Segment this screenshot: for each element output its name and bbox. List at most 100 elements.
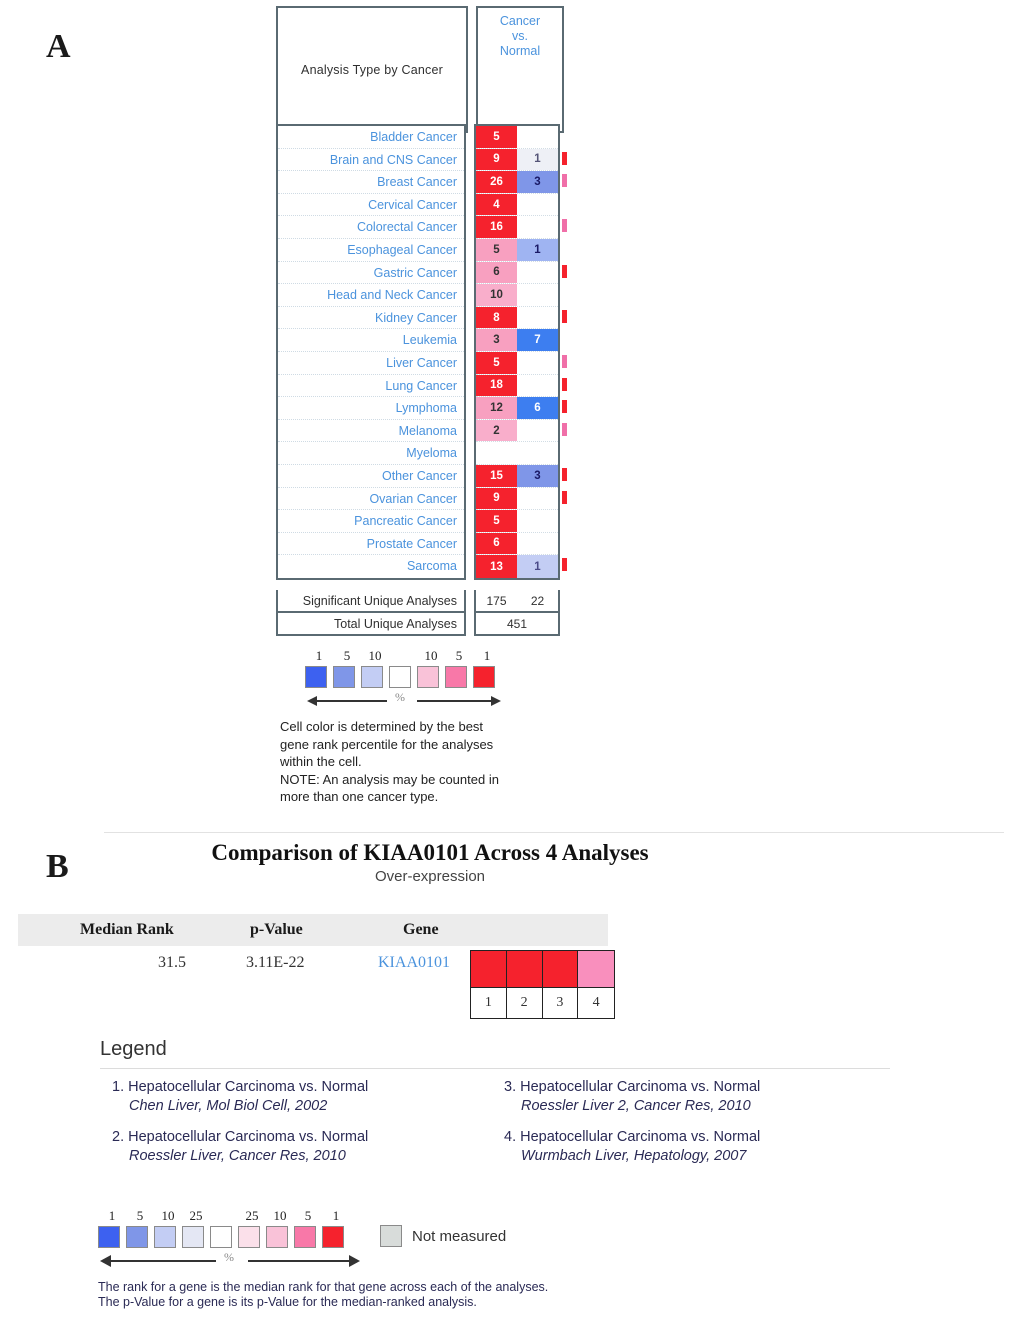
over-expression-cell[interactable]: 5 <box>476 238 517 261</box>
under-expression-cell[interactable] <box>517 419 558 442</box>
scale-number: 5 <box>455 648 463 663</box>
row-edge-strip <box>562 377 567 391</box>
over-expression-cell[interactable]: 8 <box>476 306 517 329</box>
under-expression-cell[interactable] <box>517 284 558 306</box>
over-expression-cell[interactable]: 5 <box>476 510 517 532</box>
cancer-type-label[interactable]: Gastric Cancer <box>278 262 464 285</box>
cancer-type-label[interactable]: Breast Cancer <box>278 171 464 194</box>
cancer-type-label[interactable]: Colorectal Cancer <box>278 216 464 239</box>
under-expression-cell[interactable] <box>517 442 558 464</box>
caption-line: gene rank percentile for the analyses <box>280 736 494 752</box>
over-expression-cell[interactable]: 13 <box>476 555 517 578</box>
over-expression-cell[interactable]: 9 <box>476 148 517 171</box>
under-expression-cell[interactable]: 7 <box>517 329 558 351</box>
total-label: Total Unique Analyses <box>276 613 466 636</box>
over-expression-cell[interactable] <box>476 442 517 464</box>
analysis-heat-cell[interactable] <box>542 951 579 987</box>
row-edge-strip <box>562 490 567 504</box>
cancer-type-label[interactable]: Sarcoma <box>278 555 464 578</box>
under-expression-cell[interactable] <box>517 216 558 238</box>
gene-link[interactable]: KIAA0101 <box>378 954 450 972</box>
analysis-heat-cell[interactable] <box>506 951 543 987</box>
cancer-type-label[interactable]: Lung Cancer <box>278 375 464 398</box>
cancer-type-label[interactable]: Leukemia <box>278 329 464 352</box>
legend-item-title: 1. Hepatocellular Carcinoma vs. Normal <box>112 1079 369 1095</box>
oncoprint-row: 9 <box>476 487 558 511</box>
over-expression-cell[interactable]: 2 <box>476 419 517 442</box>
under-expression-cell[interactable] <box>517 193 558 216</box>
oncoprint-row: 2 <box>476 419 558 443</box>
over-expression-cell[interactable]: 6 <box>476 532 517 555</box>
row-edge-strip <box>562 219 567 233</box>
significant-values: 175 22 <box>474 590 560 613</box>
scale-number-b: 25 <box>245 1208 259 1223</box>
legend-item-title: 4. Hepatocellular Carcinoma vs. Normal <box>504 1129 761 1145</box>
under-expression-cell[interactable] <box>517 126 558 148</box>
cancer-type-label[interactable]: Pancreatic Cancer <box>278 510 464 533</box>
under-expression-cell[interactable]: 1 <box>517 555 558 578</box>
cancer-type-label[interactable]: Esophageal Cancer <box>278 239 464 262</box>
over-expression-cell[interactable]: 12 <box>476 397 517 419</box>
cancer-type-label[interactable]: Liver Cancer <box>278 352 464 375</box>
under-expression-cell[interactable] <box>517 306 558 329</box>
under-expression-cell[interactable] <box>517 510 558 532</box>
pvalue-value: 3.11E-22 <box>246 954 305 971</box>
under-expression-cell[interactable]: 6 <box>517 397 558 419</box>
row-edge-strip <box>562 355 567 368</box>
scale-number-b: 1 <box>108 1208 116 1223</box>
scale-swatch-b <box>266 1226 288 1248</box>
scale-number: 1 <box>315 648 323 663</box>
footer-line: The rank for a gene is the median rank f… <box>98 1280 549 1294</box>
analysis-index-label: 1 <box>471 988 507 1018</box>
under-expression-cell[interactable] <box>517 487 558 510</box>
cancer-type-label[interactable]: Cervical Cancer <box>278 194 464 217</box>
over-expression-cell[interactable]: 18 <box>476 374 517 397</box>
over-expression-cell[interactable]: 6 <box>476 261 517 284</box>
cancer-vs-normal-header: Cancer vs. Normal <box>476 6 564 133</box>
over-expression-cell[interactable]: 10 <box>476 284 517 306</box>
cancer-type-label[interactable]: Myeloma <box>278 442 464 465</box>
cancer-type-label[interactable]: Prostate Cancer <box>278 533 464 556</box>
cancer-type-label[interactable]: Lymphoma <box>278 397 464 420</box>
under-expression-cell[interactable]: 1 <box>517 148 558 171</box>
under-expression-cell[interactable] <box>517 374 558 397</box>
significant-row: Significant Unique Analyses 175 22 <box>276 590 560 613</box>
legend-item-source: Roessler Liver, Cancer Res, 2010 <box>129 1148 346 1164</box>
over-expression-cell[interactable]: 4 <box>476 193 517 216</box>
over-expression-cell[interactable]: 9 <box>476 487 517 510</box>
panel-a-color-scale: 1 5 10. 10 5 1 % <box>305 648 505 711</box>
oncoprint-row: 91 <box>476 148 558 172</box>
scale-number: 10 <box>424 648 438 663</box>
over-expression-cell[interactable]: 26 <box>476 171 517 193</box>
over-expression-cell[interactable]: 3 <box>476 329 517 351</box>
oncoprint-row <box>476 442 558 465</box>
cancer-type-label[interactable]: Kidney Cancer <box>278 307 464 330</box>
oncoprint-row: 10 <box>476 284 558 307</box>
analysis-heat-cell[interactable] <box>578 951 614 987</box>
under-expression-cell[interactable] <box>517 532 558 555</box>
cancer-type-label[interactable]: Brain and CNS Cancer <box>278 149 464 172</box>
over-expression-cell[interactable]: 5 <box>476 351 517 374</box>
under-expression-cell[interactable] <box>517 261 558 284</box>
cancer-type-label[interactable]: Melanoma <box>278 420 464 443</box>
caption-line: within the cell. <box>280 754 362 769</box>
under-expression-cell[interactable]: 1 <box>517 238 558 261</box>
scale-number-b: 5 <box>136 1208 144 1223</box>
under-expression-cell[interactable] <box>517 351 558 374</box>
analysis-heat-cell[interactable] <box>471 951 507 987</box>
scale-swatches <box>305 666 505 688</box>
over-expression-cell[interactable]: 15 <box>476 464 517 487</box>
over-expression-cell[interactable]: 16 <box>476 216 517 238</box>
scale-arrows: % <box>305 690 505 711</box>
under-expression-cell[interactable]: 3 <box>517 464 558 487</box>
scale-number: . <box>389 648 417 664</box>
cancer-type-label[interactable]: Head and Neck Cancer <box>278 284 464 307</box>
under-expression-cell[interactable]: 3 <box>517 171 558 193</box>
not-measured-swatch <box>380 1225 402 1247</box>
cancer-type-label[interactable]: Bladder Cancer <box>278 126 464 149</box>
cancer-type-label[interactable]: Ovarian Cancer <box>278 488 464 511</box>
over-expression-cell[interactable]: 5 <box>476 126 517 148</box>
legend-item: 3. Hepatocellular Carcinoma vs. Normal Ro… <box>504 1078 904 1116</box>
cancer-type-label[interactable]: Other Cancer <box>278 465 464 488</box>
header-gap <box>468 6 476 133</box>
